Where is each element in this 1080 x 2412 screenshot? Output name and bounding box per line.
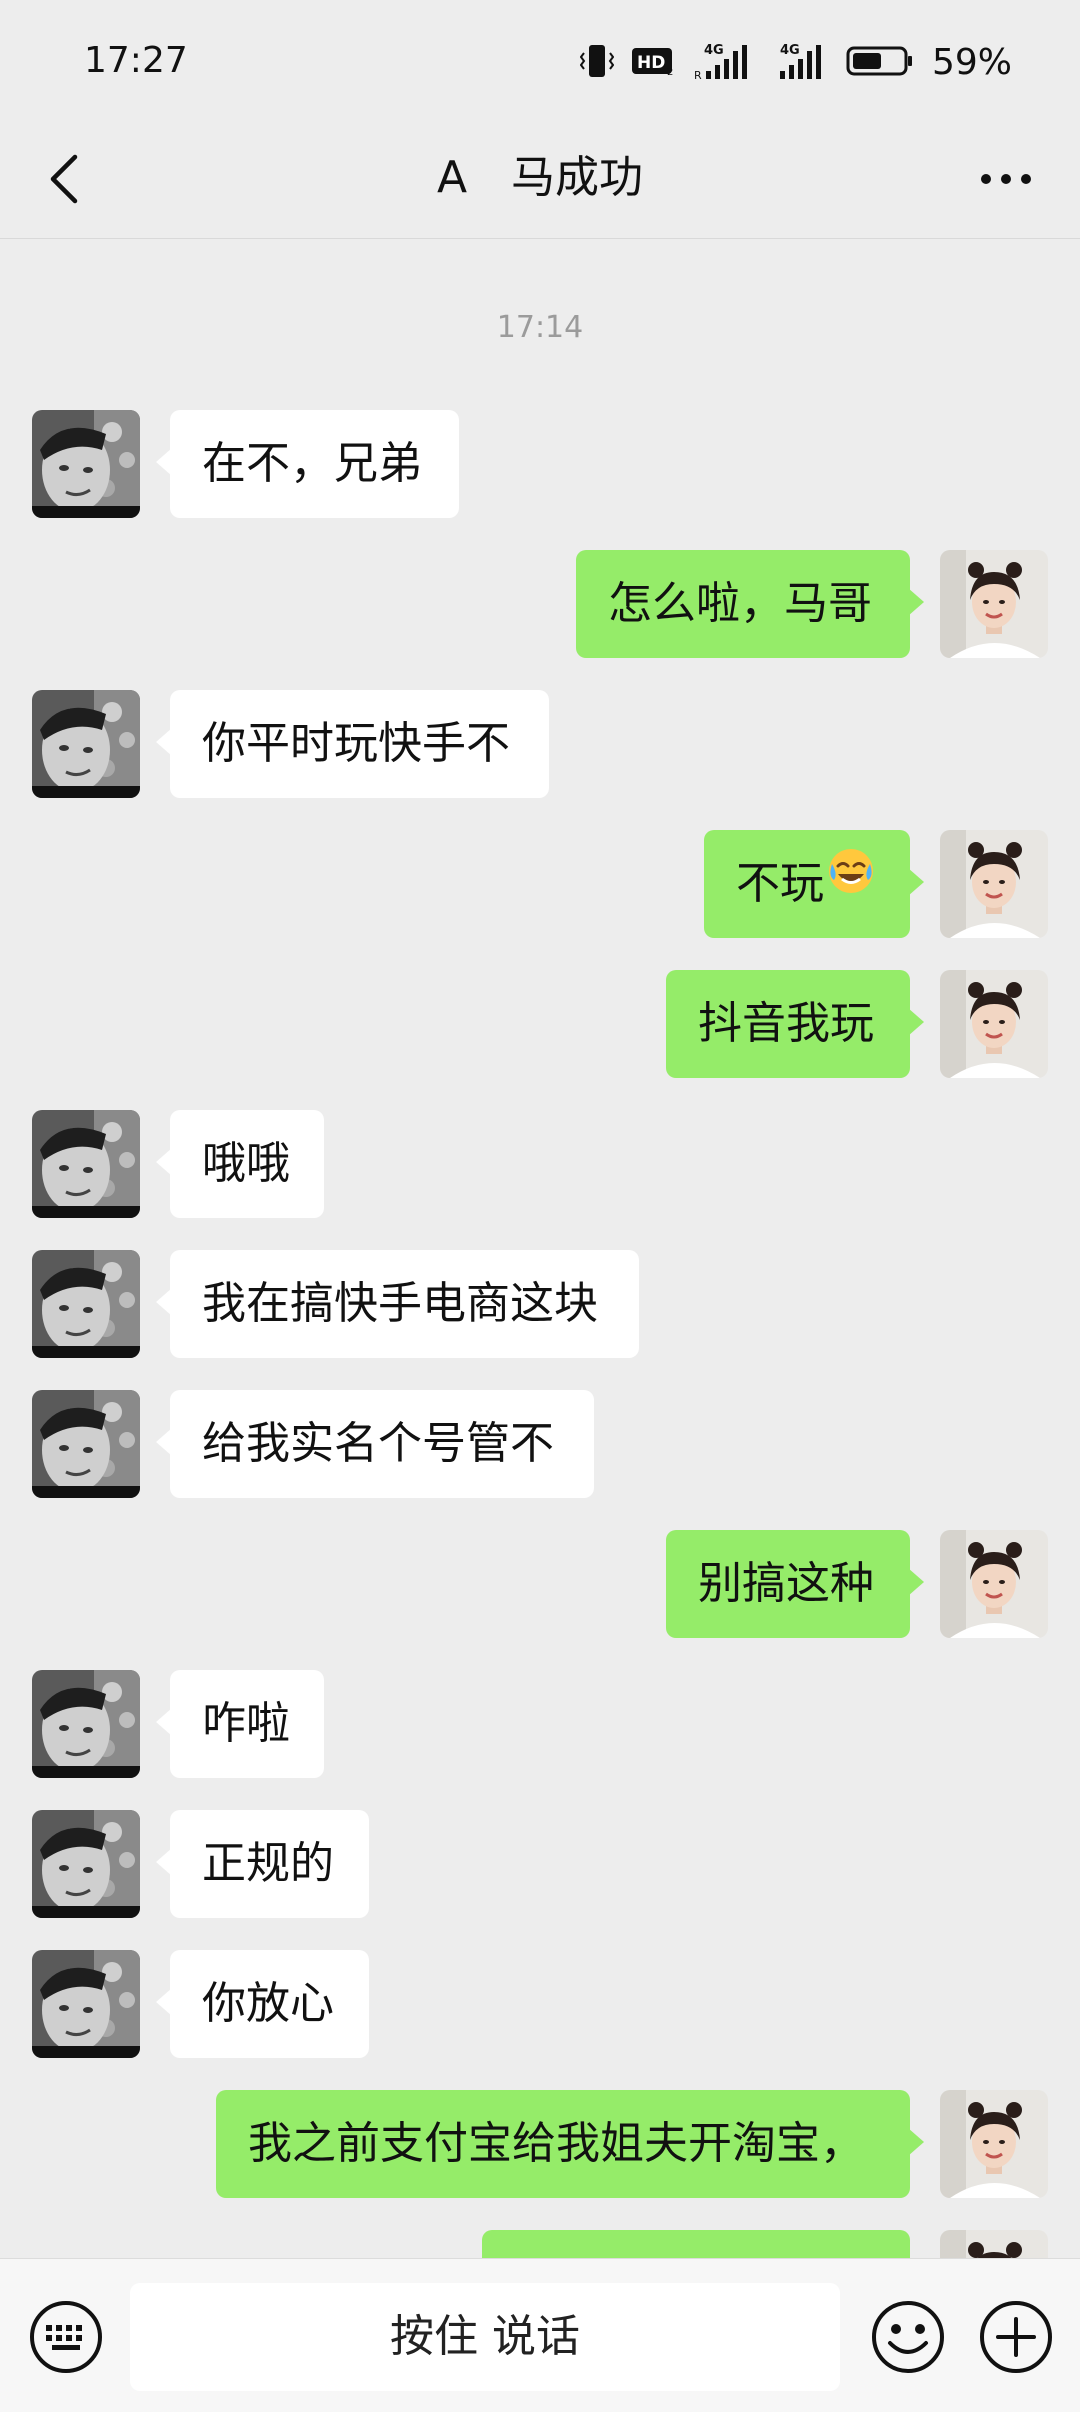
message-bubble[interactable]: 我在搞快手电商这块 [156, 1250, 639, 1358]
laughing-crying-emoji-icon [826, 828, 876, 936]
received-message: 在不，兄弟 [0, 410, 1080, 518]
message-bubble[interactable]: 你平时玩快手不 [156, 690, 549, 798]
status-time: 17:27 [84, 40, 188, 81]
message-text: 不玩 [736, 858, 824, 909]
emoji-icon [872, 2301, 944, 2373]
vibrate-icon [579, 41, 615, 85]
received-message: 你平时玩快手不 [0, 690, 1080, 798]
input-bar: 按住 说话 [0, 2258, 1080, 2412]
contact-avatar[interactable] [32, 410, 140, 518]
received-message: 给我实名个号管不 [0, 1390, 1080, 1498]
plus-button[interactable] [976, 2297, 1056, 2377]
hd-icon: HD 2 [631, 46, 676, 80]
message-bubble[interactable]: 正规的 [156, 1810, 369, 1918]
status-icons: HD 2 4G R 4G 59% [579, 38, 1012, 88]
message-text: 我在搞快手电商这块 [202, 1278, 598, 1329]
keyboard-button[interactable] [26, 2297, 106, 2377]
message-text: 我之前支付宝给我姐夫开淘宝， [248, 2118, 864, 2169]
chat-header: A 马成功 [0, 120, 1080, 239]
message-text: 你平时玩快手不 [202, 718, 510, 769]
contact-avatar[interactable] [32, 1110, 140, 1218]
sent-message: 别搞这种 [0, 1530, 1080, 1638]
chat-title: A 马成功 [436, 152, 644, 203]
message-bubble[interactable]: 我之前支付宝给我姐夫开淘宝， [216, 2090, 924, 2198]
message-text: 怎么啦，马哥 [608, 578, 872, 629]
sent-message: 不玩 [0, 830, 1080, 938]
my-avatar[interactable] [940, 830, 1048, 938]
battery-percent: 59% [931, 42, 1012, 83]
sent-message: 我之前支付宝给我姐夫开淘宝， [0, 2090, 1080, 2198]
message-bubble[interactable]: 抖音我玩 [666, 970, 924, 1078]
message-text: 别搞这种 [698, 1558, 874, 1609]
signal-4g-icon: 4G [772, 41, 828, 85]
contact-avatar[interactable] [32, 1390, 140, 1498]
svg-text:4G: 4G [704, 43, 724, 58]
message-bubble[interactable]: 在不，兄弟 [156, 410, 459, 518]
received-message: 正规的 [0, 1810, 1080, 1918]
contact-avatar[interactable] [32, 1810, 140, 1918]
message-text: 在不，兄弟 [202, 438, 422, 489]
more-dots-icon [981, 174, 1031, 184]
message-text: 咋啦 [202, 1698, 290, 1749]
sent-message: 抖音我玩 [0, 970, 1080, 1078]
message-bubble[interactable]: 你放心 [156, 1950, 369, 2058]
keyboard-icon [30, 2301, 102, 2373]
plus-icon [980, 2301, 1052, 2373]
contact-avatar[interactable] [32, 690, 140, 798]
message-text: 你放心 [202, 1978, 334, 2029]
my-avatar[interactable] [940, 970, 1048, 1078]
emoji-button[interactable] [868, 2297, 948, 2377]
my-avatar[interactable] [940, 550, 1048, 658]
chat-screen: 17:27 HD 2 4G R 4G 59% A 马成功 17:14 在不，兄弟… [0, 0, 1080, 2412]
battery-icon [846, 44, 914, 82]
message-text: 哦哦 [202, 1138, 290, 1189]
status-bar: 17:27 HD 2 4G R 4G 59% [0, 0, 1080, 120]
message-bubble[interactable]: 咋啦 [156, 1670, 324, 1778]
message-bubble[interactable]: 别搞这种 [666, 1530, 924, 1638]
message-bubble[interactable]: 给我实名个号管不 [156, 1390, 594, 1498]
contact-avatar[interactable] [32, 1250, 140, 1358]
my-avatar[interactable] [940, 1530, 1048, 1638]
svg-text:HD: HD [637, 53, 665, 73]
received-message: 我在搞快手电商这块 [0, 1250, 1080, 1358]
my-avatar[interactable] [940, 2090, 1048, 2198]
message-bubble[interactable]: 怎么啦，马哥 [576, 550, 924, 658]
svg-text:4G: 4G [780, 43, 800, 58]
message-text: 抖音我玩 [698, 998, 874, 1049]
message-text: 给我实名个号管不 [202, 1418, 554, 1469]
message-text: 正规的 [202, 1838, 334, 1889]
message-timestamp: 17:14 [496, 310, 584, 345]
message-bubble[interactable]: 不玩 [704, 828, 924, 938]
received-message: 咋啦 [0, 1670, 1080, 1778]
sent-message: 怎么啦，马哥 [0, 550, 1080, 658]
more-button[interactable] [956, 144, 1056, 214]
contact-avatar[interactable] [32, 1950, 140, 2058]
hold-to-talk-button[interactable]: 按住 说话 [130, 2283, 840, 2391]
received-message: 哦哦 [0, 1110, 1080, 1218]
signal-4g-icon: 4G R [694, 41, 754, 85]
message-bubble[interactable]: 哦哦 [156, 1110, 324, 1218]
contact-avatar[interactable] [32, 1670, 140, 1778]
svg-text:2: 2 [667, 67, 673, 76]
svg-text:R: R [694, 69, 702, 81]
received-message: 你放心 [0, 1950, 1080, 2058]
